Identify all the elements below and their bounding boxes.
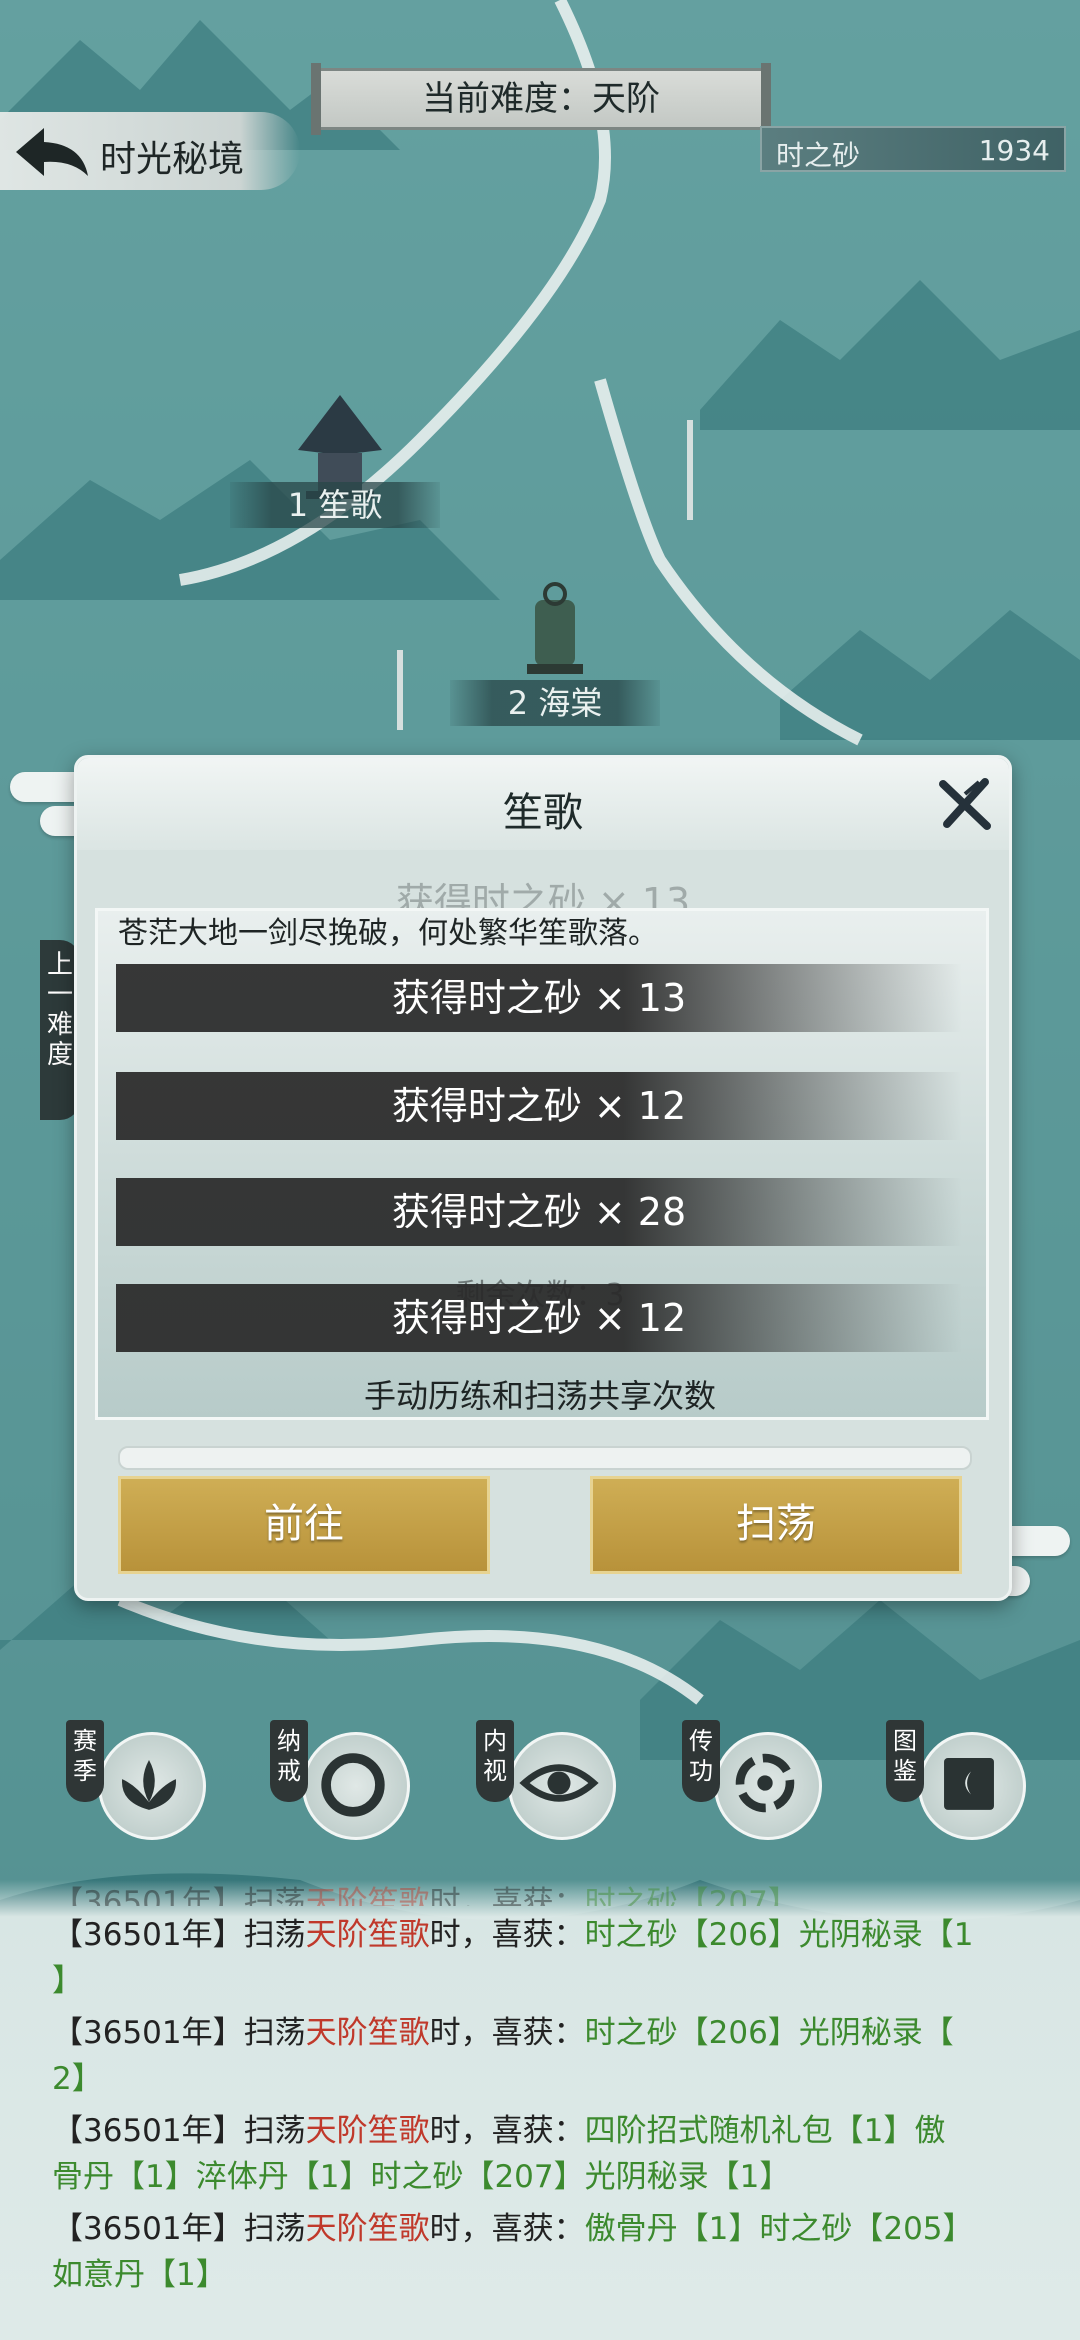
transfer-skill-tag: 传功	[682, 1720, 720, 1802]
stage-label: 2 海棠	[507, 684, 603, 722]
back-button[interactable]: 时光秘境	[0, 112, 300, 190]
shared-attempts-note: 手动历练和扫荡共享次数	[363, 1377, 716, 1415]
log-entry: 【36501年】扫荡天阶笙歌时，喜获：时之砂【206】光阴秘录【1】	[52, 1917, 974, 1999]
goto-button[interactable]: 前往	[118, 1476, 490, 1574]
reward-popup: 获得时之砂 × 12	[116, 1284, 962, 1352]
goto-button-label: 前往	[264, 1501, 344, 1547]
stage-marker-1[interactable]: 1 笙歌	[230, 482, 440, 528]
book-icon	[944, 1758, 994, 1810]
prev-difficulty-label: 上一难度	[46, 950, 73, 1070]
stage-marker-2[interactable]: 2 海棠	[450, 680, 660, 726]
ring-tag: 纳戒	[270, 1720, 308, 1802]
swirl-icon	[735, 1753, 795, 1813]
currency-name: 时之砂	[776, 139, 861, 172]
log-entry: 【36501年】扫荡天阶笙歌时，喜获：傲骨丹【1】时之砂【205】 如意丹【1】	[52, 2211, 974, 2293]
sweep-log: 【36501年】扫荡天阶笙歌时，喜获：时之砂【207】 【36501年】扫荡天阶…	[0, 1880, 1080, 2340]
ring-icon	[321, 1753, 385, 1817]
log-entry: 【36501年】扫荡天阶笙歌时，喜获：时之砂【206】光阴秘录【 2】	[52, 2015, 954, 2097]
difficulty-banner: 当前难度：天阶	[311, 63, 771, 135]
season-button[interactable]	[98, 1732, 206, 1840]
transfer-skill-button[interactable]	[714, 1732, 822, 1840]
codex-tag: 图鉴	[886, 1720, 924, 1802]
close-icon[interactable]	[935, 774, 995, 834]
log-entry: 【36501年】扫荡天阶笙歌时，喜获：四阶招式随机礼包【1】傲 骨丹【1】淬体丹【…	[52, 2113, 946, 2195]
ring-button[interactable]	[302, 1732, 410, 1840]
inner-vision-tag: 内视	[476, 1720, 514, 1802]
codex-button[interactable]	[918, 1732, 1026, 1840]
back-arrow-icon	[16, 128, 88, 176]
eye-icon	[519, 1764, 599, 1802]
stage-description: 苍茫大地一剑尽挽破，何处繁华笙歌落。	[118, 916, 658, 951]
sweep-button-label: 扫荡	[736, 1501, 816, 1547]
log-entry: 【36501年】扫荡天阶笙歌时，喜获：时之砂【207】	[52, 1885, 799, 1906]
season-tag: 赛季	[66, 1720, 104, 1802]
stage-label: 1 笙歌	[287, 486, 383, 524]
currency-amount: 1934	[978, 134, 1050, 167]
difficulty-text: 当前难度：天阶	[422, 79, 660, 119]
dialog-header: 笙歌	[77, 758, 1009, 850]
sweep-button[interactable]: 扫荡	[590, 1476, 962, 1574]
scroll-divider	[118, 1446, 972, 1470]
inner-vision-button[interactable]	[508, 1732, 616, 1840]
currency-display: 时之砂 1934	[760, 126, 1066, 172]
dialog-title: 笙歌	[503, 790, 583, 836]
lotus-icon	[122, 1759, 176, 1810]
page-title: 时光秘境	[100, 139, 245, 180]
reward-popup: 获得时之砂 × 13	[116, 964, 962, 1032]
reward-popup: 获得时之砂 × 28	[116, 1178, 962, 1246]
reward-popup: 获得时之砂 × 12	[116, 1072, 962, 1140]
